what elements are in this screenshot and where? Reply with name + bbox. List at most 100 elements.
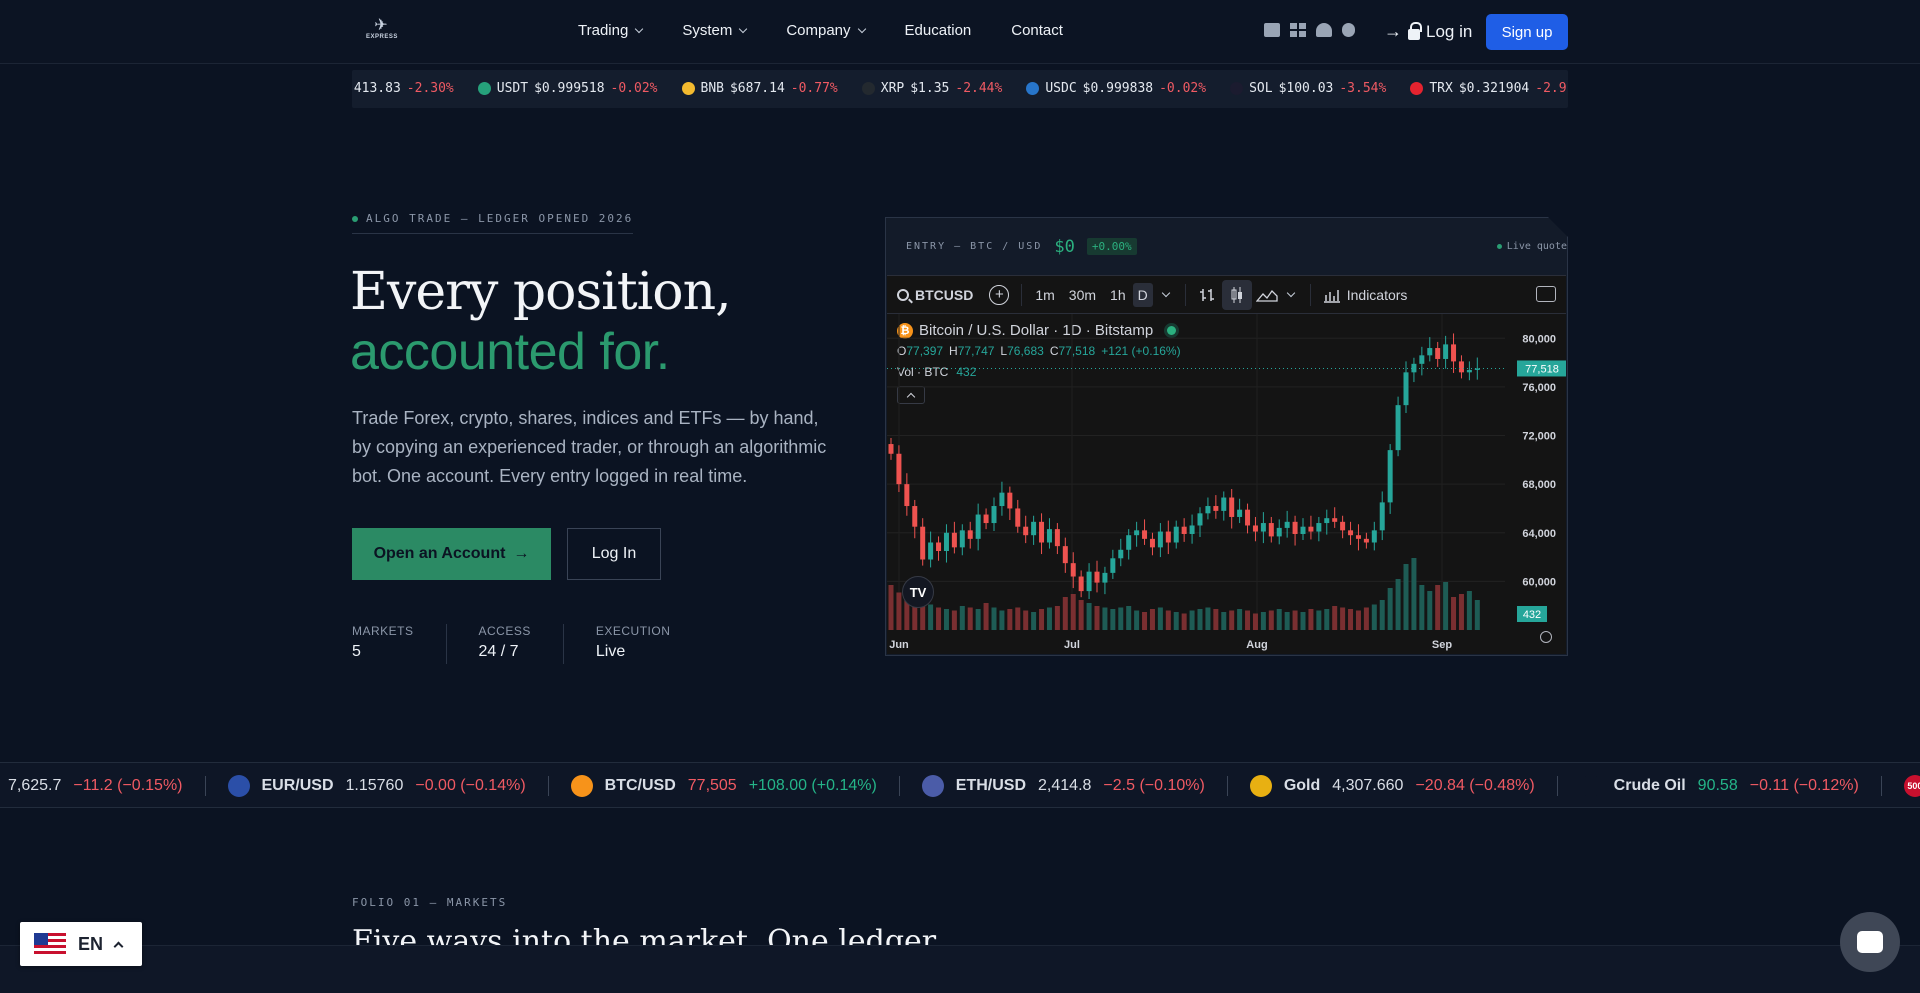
candle-body xyxy=(959,530,965,548)
hero-login-button[interactable]: Log In xyxy=(567,528,661,580)
nav-company[interactable]: Company xyxy=(786,22,866,39)
candle-body xyxy=(1062,546,1068,564)
chevron-down-icon[interactable] xyxy=(1161,288,1170,297)
volume-bar xyxy=(1149,609,1155,630)
interval-30m[interactable]: 30m xyxy=(1062,287,1103,303)
brand-logo[interactable]: ✈ EXPRESS xyxy=(366,18,397,44)
coin-icon xyxy=(1230,82,1244,95)
symbol-label: BTCUSD xyxy=(915,286,974,303)
android-icon[interactable] xyxy=(1316,23,1332,37)
ticker-item[interactable]: XRP $1.35 -2.44% xyxy=(861,81,1002,96)
ticker-symbol: BTC/USD xyxy=(604,777,676,794)
volume-bar xyxy=(1395,579,1401,630)
coin-icon xyxy=(861,82,875,95)
ticker-item[interactable]: BNB $687.14 -0.77% xyxy=(681,81,838,96)
volume-bar xyxy=(1062,597,1068,630)
nav-trading[interactable]: Trading xyxy=(578,22,644,39)
settings-icon[interactable] xyxy=(1540,631,1552,643)
candle-style-icon[interactable] xyxy=(1221,279,1252,310)
nav-education[interactable]: Education xyxy=(905,22,972,39)
volume-bar xyxy=(983,603,989,630)
chevron-down-icon xyxy=(857,24,866,33)
entry-header: ENTRY — BTC / USD $0 +0.00% Live quote xyxy=(886,218,1567,275)
volume-bar xyxy=(1165,610,1171,630)
tradingview-logo-icon[interactable]: TV xyxy=(902,576,934,608)
volume-bar xyxy=(1245,610,1251,630)
ticker-item[interactable]: TRX $0.321904 -2.9 xyxy=(1410,81,1567,96)
market-ticker: 7,625.7 −11.2 (−0.15%) EUR/USD 1.15760 −0.00… xyxy=(0,762,1920,808)
ticker-price: 90.58 xyxy=(1697,777,1738,794)
ticker-item[interactable]: BTC/USD 77,505 +108.00 (+0.14%) xyxy=(570,775,900,797)
candle-body xyxy=(1157,531,1163,548)
volume-bar xyxy=(1039,609,1045,630)
candle-body xyxy=(896,453,902,485)
volume-bar xyxy=(1443,582,1449,630)
candle-body xyxy=(1395,405,1401,451)
arrow-right-icon: → xyxy=(1384,21,1402,41)
interval-d[interactable]: D xyxy=(1132,282,1153,307)
bar-style-glyph xyxy=(1199,288,1214,301)
ticker-price: $687.14 xyxy=(729,81,785,96)
volume-bar xyxy=(1268,610,1274,630)
indicators-icon[interactable] xyxy=(1317,280,1347,310)
eyebrow-text: ALGO TRADE — LEDGER OPENED 2026 xyxy=(366,212,634,225)
volume-bar xyxy=(888,585,894,630)
camera-icon[interactable] xyxy=(1536,286,1556,302)
compare-add-icon[interactable]: + xyxy=(989,284,1010,305)
volume-bar xyxy=(936,607,942,630)
chat-button[interactable] xyxy=(1840,912,1900,972)
interval-1h[interactable]: 1h xyxy=(1103,287,1133,303)
signup-button[interactable]: Sign up xyxy=(1486,14,1568,50)
interval-1m[interactable]: 1m xyxy=(1028,287,1061,303)
desktop-icon[interactable] xyxy=(1264,23,1280,37)
chevron-down-icon[interactable] xyxy=(1286,288,1295,297)
candle-body xyxy=(1023,526,1029,536)
candle-body xyxy=(1102,572,1108,583)
volume-bar xyxy=(1276,609,1282,630)
symbol-search[interactable]: BTCUSD xyxy=(887,287,983,303)
ticker-item[interactable]: 7,625.7 −11.2 (−0.15%) xyxy=(8,776,206,796)
candle-body xyxy=(951,532,957,548)
live-quote-label: Live quote xyxy=(1506,241,1567,252)
candle-body xyxy=(1466,369,1472,373)
volume-bar xyxy=(1205,607,1211,630)
instrument-icon xyxy=(227,775,250,797)
ticker-item[interactable]: SOL $100.03 -3.54% xyxy=(1230,81,1386,96)
ticker-item[interactable]: USDC $0.999838 -0.02% xyxy=(1026,81,1206,96)
indicators-button[interactable]: Indicators xyxy=(1347,287,1408,303)
hero-title-line2: accounted for. xyxy=(350,323,670,381)
lock-icon xyxy=(1408,21,1422,40)
stat-label: MARKETS xyxy=(352,624,414,638)
volume-bar xyxy=(1142,612,1148,630)
area-style-icon[interactable] xyxy=(1252,280,1282,310)
volume-bar xyxy=(1157,607,1163,630)
apple-icon[interactable] xyxy=(1342,23,1355,37)
ticker-symbol: EUR/USD xyxy=(261,777,334,794)
ticker-item[interactable]: 500S& xyxy=(1903,775,1920,797)
ticker-price: 7,625.7 xyxy=(8,777,62,794)
volume-bar xyxy=(1300,612,1306,630)
ticker-item[interactable]: Crude Oil 90.58 −0.11 (−0.12%) xyxy=(1579,775,1882,797)
x-tick-label: Sep xyxy=(1432,639,1452,651)
candle-body xyxy=(1316,523,1322,532)
candle-body xyxy=(1054,529,1060,547)
login-link[interactable]: → Log in xyxy=(1384,21,1472,42)
candlestick-chart[interactable]: 80,000 76,000 72,000 68,000 64,000 60,000 Jun J… xyxy=(887,314,1566,654)
open-account-button[interactable]: Open an Account → xyxy=(352,528,551,580)
nav-system[interactable]: System xyxy=(682,22,748,39)
ticker-item[interactable]: Gold 4,307.660 −20.84 (−0.48%) xyxy=(1249,775,1558,797)
nav-contact[interactable]: Contact xyxy=(1011,22,1063,39)
status-dot-icon xyxy=(352,215,358,222)
ticker-change: −11.2 (−0.15%) xyxy=(73,777,183,794)
ticker-item[interactable]: USDT $0.999518 -0.02% xyxy=(477,81,658,96)
candle-body xyxy=(928,542,934,560)
ticker-item[interactable]: EUR/USD 1.15760 −0.00 (−0.14%) xyxy=(227,775,549,797)
ticker-item[interactable]: ETH/USD 2,414.8 −2.5 (−0.10%) xyxy=(921,775,1228,797)
ticker-change: -0.77% xyxy=(790,81,838,96)
windows-icon[interactable] xyxy=(1290,23,1306,37)
ticker-item[interactable]: ,413.83 -2.30% xyxy=(352,81,454,96)
language-selector[interactable]: EN xyxy=(20,922,142,966)
volume-bar xyxy=(1451,597,1457,630)
bar-style-icon[interactable] xyxy=(1192,280,1222,310)
candle-body xyxy=(912,506,918,527)
